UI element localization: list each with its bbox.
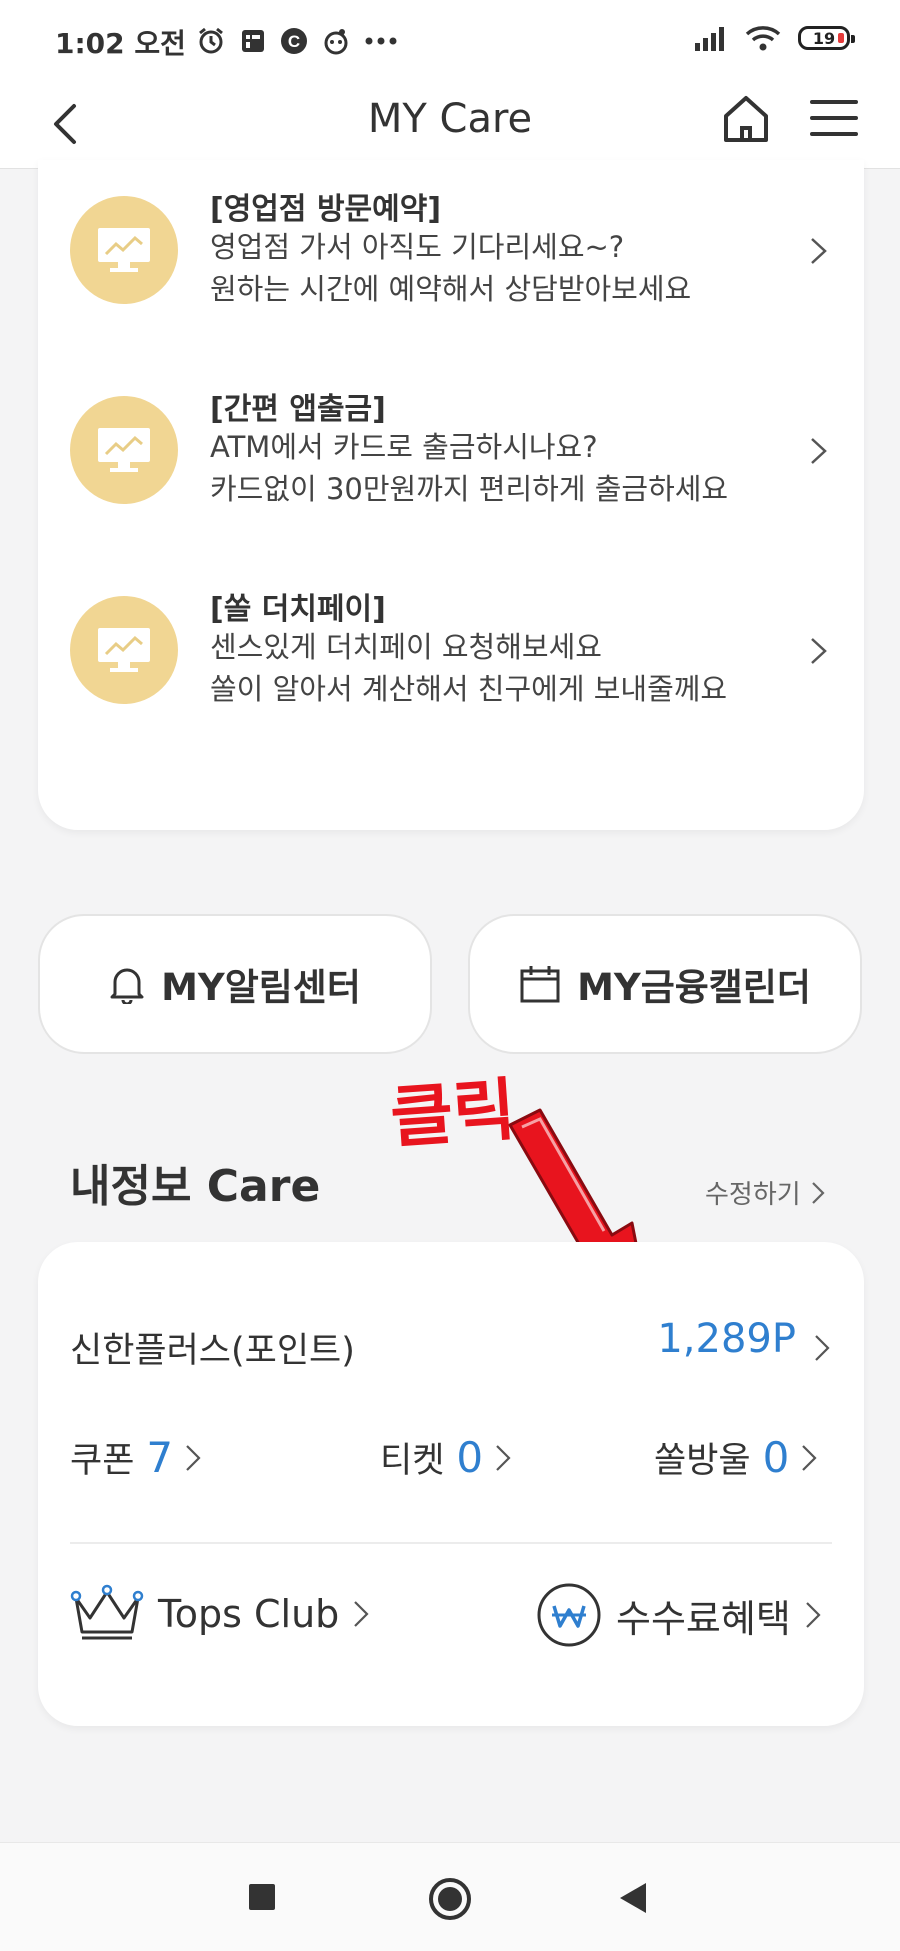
chevron-right-icon [811, 238, 827, 264]
my-alarm-center-button[interactable]: MY알림센터 [38, 914, 432, 1054]
sol-drop-link[interactable]: 쏠방울 0 [654, 1432, 817, 1483]
service-desc-line2: 쏠이 알아서 계산해서 친구에게 보내줄께요 [210, 672, 728, 706]
bell-icon [110, 968, 144, 1004]
chevron-right-icon [811, 1181, 825, 1204]
points-value[interactable]: 1,289P [657, 1316, 796, 1362]
battery-level: 19 [812, 28, 836, 48]
chevron-right-icon [496, 1444, 511, 1471]
calendar-icon [520, 966, 560, 1003]
hamburger-menu-icon[interactable] [806, 90, 862, 146]
service-title: [간편 앱출금] [210, 392, 386, 427]
edit-label: 수정하기 [705, 1180, 801, 1210]
chevron-right-icon [802, 1444, 817, 1471]
home-circle-icon[interactable] [428, 1877, 472, 1921]
coupon-label: 쿠폰 [70, 1441, 135, 1481]
monitor-chart-icon [70, 196, 178, 304]
fee-benefit-label: 수수료혜택 [616, 1596, 791, 1641]
section-title-my-info: 내정보 Care [70, 1161, 321, 1212]
click-annotation-text: 클릭 [387, 1070, 519, 1159]
alarm-center-label: MY알림센터 [161, 966, 361, 1009]
won-coin-icon [537, 1583, 601, 1647]
my-info-card: 신한플러스(포인트) 1,289P 쿠폰 7 티켓 0 쏠방울 0 Tops C… [38, 1242, 864, 1726]
service-desc-line1: 영업점 가서 아직도 기다리세요~? [210, 230, 625, 264]
status-time: 1:02 오전 [55, 27, 186, 60]
more-dots-icon [365, 37, 397, 45]
ticket-count: 0 [456, 1433, 484, 1482]
back-triangle-icon[interactable] [618, 1881, 648, 1915]
crown-icon [70, 1584, 144, 1640]
ticket-link[interactable]: 티켓 0 [380, 1432, 511, 1483]
service-item-dutch-pay[interactable]: [쏠 더치페이] 센스있게 더치페이 요청해보세요 쏠이 알아서 계산해서 친구… [38, 560, 864, 730]
gallery-icon [242, 30, 264, 52]
ticket-label: 티켓 [380, 1441, 445, 1481]
service-title: [영업점 방문예약] [210, 192, 442, 227]
tops-club-label: Tops Club [158, 1592, 340, 1636]
svg-text:C: C [288, 32, 300, 51]
status-notification-icons: C [196, 24, 398, 58]
signal-icon [695, 27, 724, 51]
shinhan-plus-points-label: 신한플러스(포인트) [70, 1331, 355, 1371]
chevron-right-icon [811, 638, 827, 664]
c-app-icon: C [281, 28, 307, 54]
coupon-link[interactable]: 쿠폰 7 [70, 1432, 201, 1483]
wifi-icon [745, 26, 781, 51]
battery-icon: 19 [798, 26, 855, 50]
tops-club-link[interactable]: Tops Club [70, 1582, 369, 1646]
home-icon[interactable] [718, 90, 774, 146]
service-item-app-withdrawal[interactable]: [간편 앱출금] ATM에서 카드로 출금하시나요? 카드없이 30만원까지 편… [38, 360, 864, 530]
fee-benefit-link[interactable]: 수수료혜택 [536, 1582, 821, 1648]
chevron-right-icon [186, 1444, 201, 1471]
chevron-right-icon [811, 438, 827, 464]
app-icon [324, 29, 348, 55]
system-navigation-bar [0, 1842, 900, 1951]
service-item-branch-reservation[interactable]: [영업점 방문예약] 영업점 가서 아직도 기다리세요~? 원하는 시간에 예약… [38, 160, 864, 330]
monitor-chart-icon [70, 596, 178, 704]
finance-calendar-label: MY금융캘린더 [577, 966, 811, 1009]
sol-drop-label: 쏠방울 [654, 1441, 751, 1481]
chevron-right-icon [354, 1601, 369, 1627]
status-system-icons: 19 [694, 24, 855, 52]
status-bar: 1:02 오전 C 19 [0, 0, 900, 80]
alarm-icon [199, 27, 223, 54]
my-finance-calendar-button[interactable]: MY금융캘린더 [468, 914, 862, 1054]
monitor-chart-icon [70, 396, 178, 504]
divider [70, 1542, 832, 1544]
service-desc-line1: ATM에서 카드로 출금하시나요? [210, 430, 598, 464]
service-title: [쏠 더치페이] [210, 592, 386, 627]
service-desc-line2: 카드없이 30만원까지 편리하게 출금하세요 [210, 472, 729, 506]
sol-drop-count: 0 [762, 1433, 790, 1482]
recent-apps-square-icon[interactable] [248, 1883, 276, 1911]
app-header: MY Care [0, 80, 900, 169]
edit-link[interactable]: 수정하기 [705, 1174, 825, 1211]
service-desc-line2: 원하는 시간에 예약해서 상담받아보세요 [210, 272, 692, 306]
service-promo-card: [영업점 방문예약] 영업점 가서 아직도 기다리세요~? 원하는 시간에 예약… [38, 160, 864, 830]
coupon-count: 7 [146, 1433, 174, 1482]
chevron-right-icon[interactable] [814, 1334, 830, 1362]
chevron-right-icon [806, 1602, 821, 1628]
service-desc-line1: 센스있게 더치페이 요청해보세요 [210, 630, 602, 664]
